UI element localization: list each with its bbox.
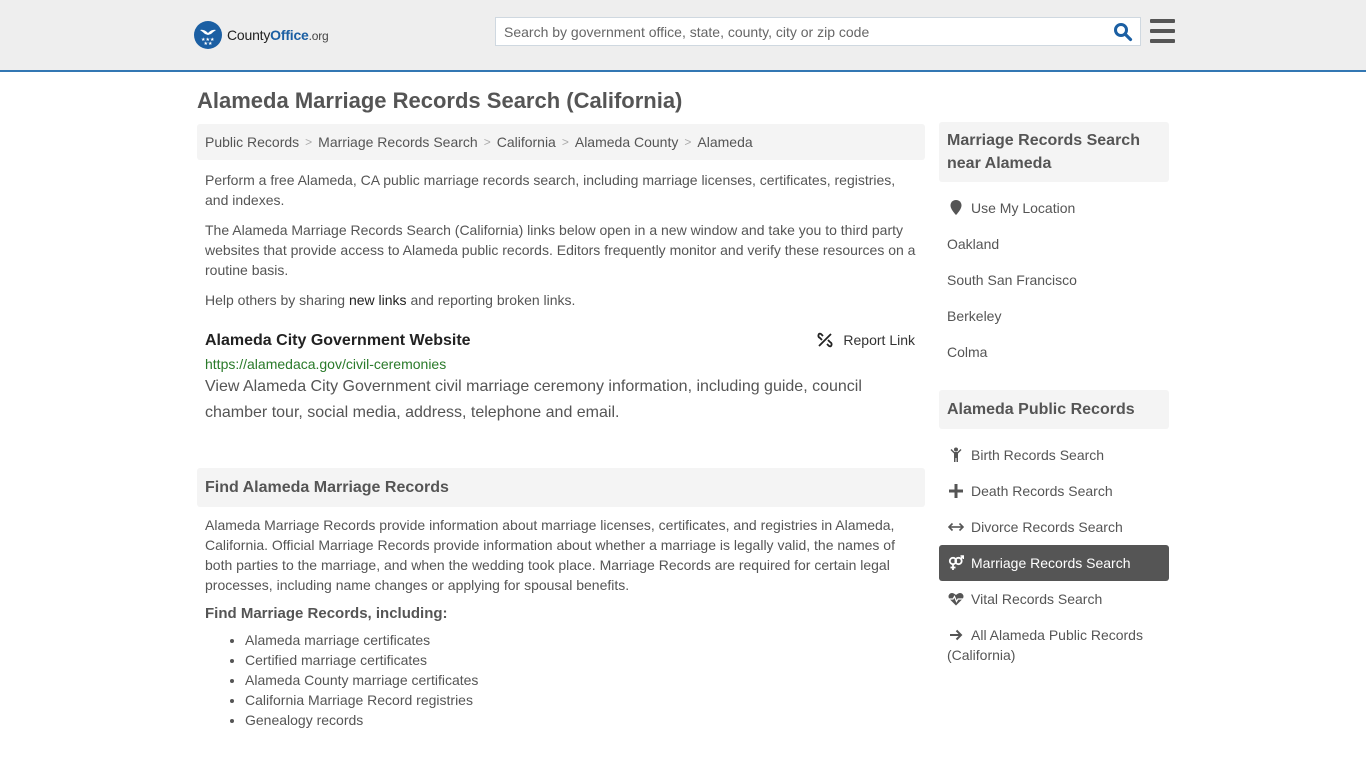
site-header: ★★★ ★★ CountyOffice.org bbox=[0, 0, 1366, 72]
resource-url-link[interactable]: https://alamedaca.gov/civil-ceremonies bbox=[205, 356, 917, 372]
nearby-city-item[interactable]: South San Francisco bbox=[939, 262, 1169, 298]
search-icon bbox=[1114, 22, 1133, 41]
plus-icon bbox=[947, 481, 965, 501]
arrows-horizontal-icon bbox=[947, 517, 965, 537]
breadcrumb-california[interactable]: California bbox=[497, 134, 556, 150]
list-item: Alameda marriage certificates bbox=[245, 630, 925, 650]
list-item: Alameda County marriage certificates bbox=[245, 670, 925, 690]
report-link-button[interactable]: Report Link bbox=[817, 332, 915, 348]
share-links-paragraph: Help others by sharing new links and rep… bbox=[205, 292, 576, 308]
site-logo[interactable]: ★★★ ★★ CountyOffice.org bbox=[194, 21, 329, 49]
city-link-oakland[interactable]: Oakland bbox=[947, 234, 999, 254]
venus-mars-icon bbox=[947, 553, 965, 573]
find-records-heading: Find Alameda Marriage Records bbox=[197, 468, 925, 507]
sidebar: Marriage Records Search near Alameda Use… bbox=[939, 122, 1169, 673]
find-records-subheading: Find Marriage Records, including: bbox=[205, 605, 448, 622]
resource-description: View Alameda City Government civil marri… bbox=[205, 378, 862, 421]
child-icon bbox=[947, 445, 965, 465]
breadcrumb-separator-icon: > bbox=[684, 135, 692, 149]
logo-text: CountyOffice.org bbox=[227, 27, 329, 43]
nearby-city-item[interactable]: Berkeley bbox=[939, 298, 1169, 334]
sidebar-item-vital-records[interactable]: Vital Records Search bbox=[939, 581, 1169, 617]
sidebar-item-birth-records[interactable]: Birth Records Search bbox=[939, 437, 1169, 473]
resource-title-link[interactable]: Alameda City Government Website bbox=[205, 332, 471, 349]
city-link-colma[interactable]: Colma bbox=[947, 342, 987, 362]
search-button[interactable] bbox=[1106, 18, 1140, 45]
intro-text: Perform a free Alameda, CA public marria… bbox=[197, 170, 925, 310]
resource-listing: Alameda City Government Website Report L… bbox=[197, 332, 925, 426]
list-item: Genealogy records bbox=[245, 710, 925, 730]
record-types-list: Alameda marriage certificates Certified … bbox=[197, 630, 925, 730]
intro-paragraph: Perform a free Alameda, CA public marria… bbox=[205, 172, 896, 208]
hamburger-menu-icon[interactable] bbox=[1150, 19, 1175, 43]
public-records-list: Birth Records Search Death Records Searc… bbox=[939, 437, 1169, 673]
use-my-location-item[interactable]: Use My Location bbox=[939, 190, 1169, 226]
marriage-records-link[interactable]: Marriage Records Search bbox=[971, 553, 1131, 573]
search-input[interactable] bbox=[496, 18, 1106, 45]
find-records-body: Alameda Marriage Records provide informa… bbox=[205, 517, 895, 593]
heartbeat-icon bbox=[947, 589, 965, 609]
sidebar-item-death-records[interactable]: Death Records Search bbox=[939, 473, 1169, 509]
new-links-link[interactable]: new links bbox=[349, 292, 407, 308]
site-search bbox=[495, 17, 1141, 46]
breadcrumb-separator-icon: > bbox=[561, 135, 569, 149]
breadcrumb-alameda-county[interactable]: Alameda County bbox=[575, 134, 679, 150]
divorce-records-link[interactable]: Divorce Records Search bbox=[971, 517, 1123, 537]
main-content: Public Records > Marriage Records Search… bbox=[197, 124, 925, 730]
list-item: California Marriage Record registries bbox=[245, 690, 925, 710]
birth-records-link[interactable]: Birth Records Search bbox=[971, 445, 1104, 465]
sidebar-item-all-public-records[interactable]: All Alameda Public Records (California) bbox=[939, 617, 1169, 673]
city-link-south-san-francisco[interactable]: South San Francisco bbox=[947, 270, 1077, 290]
list-item: Certified marriage certificates bbox=[245, 650, 925, 670]
use-my-location-link[interactable]: Use My Location bbox=[971, 198, 1075, 218]
page-title: Alameda Marriage Records Search (Califor… bbox=[197, 88, 683, 113]
breadcrumb-separator-icon: > bbox=[483, 135, 491, 149]
eagle-stars-logo-icon: ★★★ ★★ bbox=[194, 21, 222, 49]
svg-text:★★: ★★ bbox=[204, 41, 213, 45]
city-link-berkeley[interactable]: Berkeley bbox=[947, 306, 1001, 326]
death-records-link[interactable]: Death Records Search bbox=[971, 481, 1113, 501]
nearby-city-item[interactable]: Oakland bbox=[939, 226, 1169, 262]
breadcrumb: Public Records > Marriage Records Search… bbox=[197, 124, 925, 160]
arrow-right-icon bbox=[947, 625, 965, 645]
nearby-city-item[interactable]: Colma bbox=[939, 334, 1169, 370]
sidebar-item-marriage-records[interactable]: Marriage Records Search bbox=[939, 545, 1169, 581]
breadcrumb-marriage-records-search[interactable]: Marriage Records Search bbox=[318, 134, 478, 150]
broken-link-icon bbox=[817, 332, 833, 348]
vital-records-link[interactable]: Vital Records Search bbox=[971, 589, 1102, 609]
all-public-records-link[interactable]: All Alameda Public Records (California) bbox=[947, 627, 1143, 663]
nearby-heading: Marriage Records Search near Alameda bbox=[939, 122, 1169, 182]
breadcrumb-separator-icon: > bbox=[305, 135, 313, 149]
breadcrumb-public-records[interactable]: Public Records bbox=[205, 134, 299, 150]
public-records-heading: Alameda Public Records bbox=[939, 390, 1169, 429]
map-marker-icon bbox=[947, 198, 965, 218]
sidebar-item-divorce-records[interactable]: Divorce Records Search bbox=[939, 509, 1169, 545]
breadcrumb-alameda[interactable]: Alameda bbox=[697, 134, 752, 150]
nearby-list: Use My Location Oakland South San Franci… bbox=[939, 190, 1169, 370]
intro-paragraph: The Alameda Marriage Records Search (Cal… bbox=[205, 222, 916, 278]
